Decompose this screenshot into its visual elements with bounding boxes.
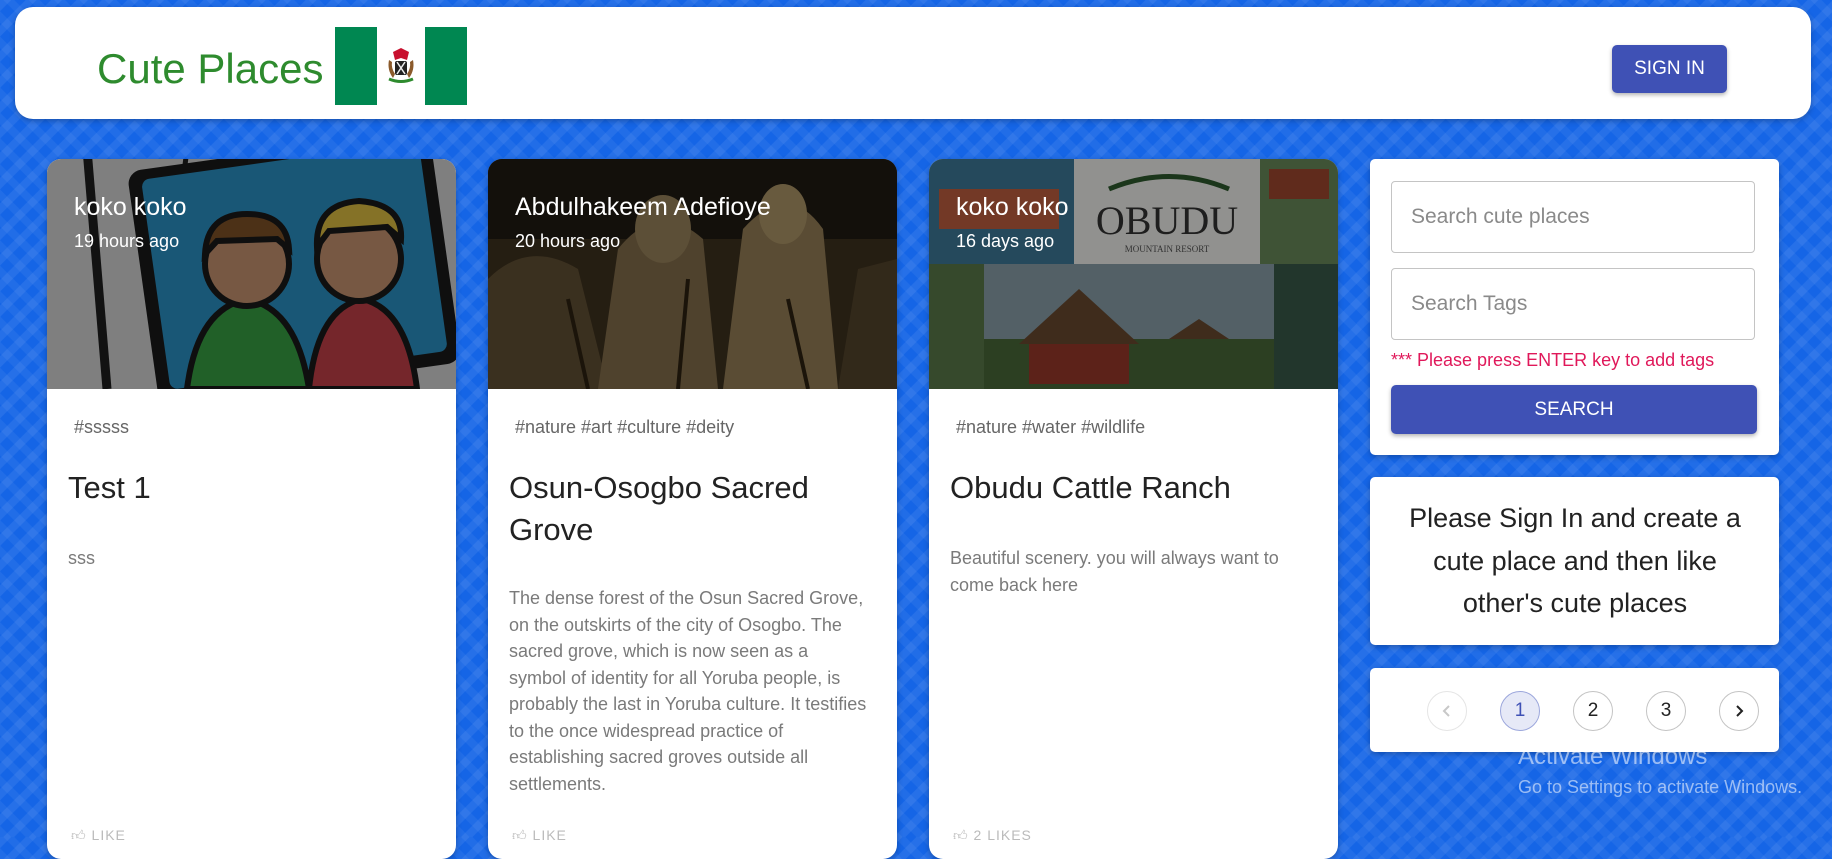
post-message: The dense forest of the Osun Sacred Grov… <box>509 588 867 794</box>
post-author: koko koko <box>956 193 1069 221</box>
page-button-2[interactable]: 2 <box>1573 691 1613 731</box>
post-image: Abdulhakeem Adefioye 20 hours ago <box>488 159 897 389</box>
thumb-up-icon: 👍︎ <box>953 827 969 843</box>
like-label: LIKE <box>532 827 567 843</box>
post-time: 16 days ago <box>956 231 1055 251</box>
post-title: Test 1 <box>68 470 151 505</box>
activate-windows-watermark: Activate Windows Go to Settings to activ… <box>1518 743 1802 798</box>
post-card[interactable]: OBUDU MOUNTAIN RESORT koko koko 16 days … <box>929 159 1338 859</box>
like-button[interactable]: 👍︎ LIKE <box>71 827 126 844</box>
post-image: koko koko 19 hours ago <box>47 159 456 389</box>
like-button[interactable]: 👍︎ LIKE <box>512 827 567 844</box>
app-bar: Cute Places SIGN IN <box>15 7 1811 119</box>
post-tags: #nature #water #wildlife <box>956 417 1146 437</box>
sign-in-button[interactable]: SIGN IN <box>1612 45 1727 93</box>
post-title: Osun-Osogbo Sacred Grove <box>509 470 809 547</box>
chevron-left-icon <box>1442 705 1450 717</box>
post-title: Obudu Cattle Ranch <box>950 470 1231 505</box>
post-image: OBUDU MOUNTAIN RESORT koko koko 16 days … <box>929 159 1338 389</box>
tags-hint: *** Please press ENTER key to add tags <box>1391 350 1715 370</box>
nigeria-flag-icon <box>335 27 467 105</box>
prev-page-button[interactable] <box>1427 691 1467 731</box>
post-time: 19 hours ago <box>74 231 180 251</box>
search-button[interactable]: SEARCH <box>1391 385 1757 434</box>
next-page-button[interactable] <box>1719 691 1759 731</box>
watermark-title: Activate Windows <box>1518 743 1708 770</box>
post-tags: #nature #art #culture #deity <box>515 417 735 437</box>
signin-prompt-text: Please Sign In and create a cute place a… <box>1409 503 1741 618</box>
post-message: sss <box>68 548 95 568</box>
chevron-right-icon <box>1736 705 1744 717</box>
signin-prompt-panel: Please Sign In and create a cute place a… <box>1370 477 1779 645</box>
post-card[interactable]: Abdulhakeem Adefioye 20 hours ago #natur… <box>488 159 897 859</box>
post-tags: #sssss <box>74 417 130 437</box>
search-places-input[interactable] <box>1391 181 1755 253</box>
post-time: 20 hours ago <box>515 231 621 251</box>
post-author: koko koko <box>74 193 187 221</box>
post-card[interactable]: koko koko 19 hours ago #sssss Test 1 sss… <box>47 159 456 859</box>
brand-title[interactable]: Cute Places <box>97 45 323 93</box>
post-message: Beautiful scenery. you will always want … <box>950 548 1279 595</box>
watermark-subtitle: Go to Settings to activate Windows. <box>1518 777 1803 797</box>
pagination-panel: 1 2 3 <box>1370 668 1779 752</box>
page-button-1[interactable]: 1 <box>1500 691 1540 731</box>
search-panel: *** Please press ENTER key to add tags S… <box>1370 159 1779 455</box>
thumb-up-icon: 👍︎ <box>71 827 87 843</box>
like-button[interactable]: 👍︎ 2 LIKES <box>953 827 1032 844</box>
page-button-3[interactable]: 3 <box>1646 691 1686 731</box>
thumb-up-icon: 👍︎ <box>512 827 528 843</box>
like-label: 2 LIKES <box>973 827 1032 843</box>
search-tags-input[interactable] <box>1391 268 1755 340</box>
like-label: LIKE <box>91 827 126 843</box>
post-author: Abdulhakeem Adefioye <box>515 193 771 221</box>
